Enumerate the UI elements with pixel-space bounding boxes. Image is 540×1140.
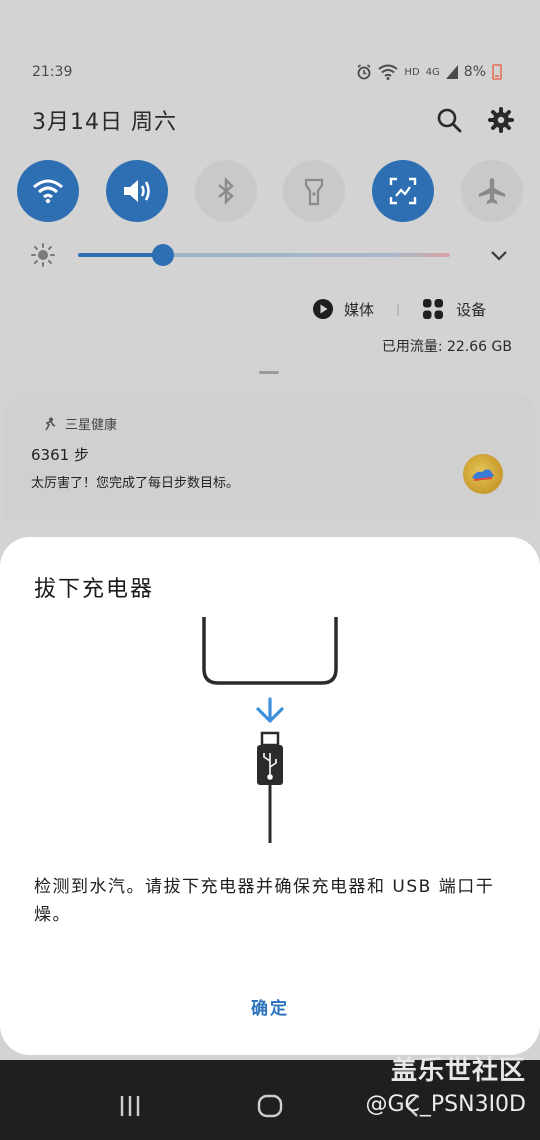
battery-icon — [492, 64, 502, 80]
shoe-icon — [472, 469, 494, 481]
running-figure-icon — [45, 417, 56, 430]
volume-icon — [123, 180, 150, 202]
down-arrow-icon — [256, 697, 284, 723]
watermark-title: 盖乐世社区 — [390, 1056, 526, 1086]
quick-settings-row — [17, 160, 523, 222]
battery-percent: 8% — [463, 64, 486, 80]
recent-apps-icon[interactable] — [118, 1094, 142, 1118]
home-icon[interactable] — [257, 1094, 283, 1118]
notification-body: 太厉害了！您完成了每日步数目标。 — [31, 476, 240, 491]
devices-grid-icon — [423, 299, 444, 319]
sound-toggle[interactable] — [105, 160, 168, 222]
shade-drag-handle[interactable] — [259, 371, 279, 374]
achievement-badge-icon — [463, 454, 503, 494]
notification-app-name: 三星健康 — [65, 418, 118, 433]
notification-app-row: 三星健康 — [43, 414, 117, 433]
signal-icon — [445, 65, 458, 79]
date-label: 3月14日 周六 — [32, 110, 177, 135]
devices-label: 设备 — [456, 300, 487, 319]
brightness-slider[interactable] — [78, 253, 450, 257]
date-row: 3月14日 周六 — [32, 104, 514, 136]
airplane-mode-toggle[interactable] — [460, 160, 523, 222]
status-time: 21:39 — [32, 64, 73, 80]
settings-gear-icon[interactable] — [488, 107, 514, 133]
dialog-title: 拔下充电器 — [34, 577, 155, 602]
hd-label: HD — [404, 66, 420, 78]
status-bar: 21:39 HD 4G 8% — [32, 62, 502, 82]
flashlight-toggle[interactable] — [283, 160, 346, 222]
brightness-icon — [31, 243, 55, 267]
chevron-down-icon[interactable] — [490, 250, 508, 262]
play-circle-icon — [313, 299, 333, 319]
dialog-message: 检测到水汽。请拔下充电器并确保充电器和 USB 端口干燥。 — [34, 877, 495, 925]
signal-label: 4G — [425, 66, 440, 78]
search-icon[interactable] — [436, 107, 462, 133]
alarm-icon — [357, 64, 371, 80]
status-icons: HD 4G 8% — [356, 64, 502, 80]
wifi-icon — [33, 179, 63, 204]
image-frame-icon — [389, 177, 417, 205]
usb-unplug-illustration — [202, 617, 338, 843]
media-devices-row: 媒体 | 设备 — [312, 296, 512, 322]
screen-capture-toggle[interactable] — [372, 160, 435, 222]
brightness-slider-thumb[interactable] — [152, 244, 174, 266]
confirm-button[interactable]: 确定 — [220, 989, 320, 1023]
usb-connector-tip — [260, 731, 280, 747]
bluetooth-toggle[interactable] — [194, 160, 257, 222]
notification-title: 6361 步 — [31, 446, 89, 464]
wifi-status-icon — [378, 64, 399, 80]
divider: | — [396, 302, 401, 316]
phone-bottom-outline — [202, 617, 338, 685]
bluetooth-icon — [217, 177, 234, 205]
header-actions — [436, 107, 514, 133]
wifi-toggle[interactable] — [17, 160, 79, 222]
media-button[interactable]: 媒体 — [312, 298, 374, 320]
data-usage-label: 已用流量: 22.66 GB — [381, 339, 512, 355]
devices-button[interactable]: 设备 — [422, 298, 486, 320]
watermark-handle: @GC_PSN3I0D — [365, 1092, 526, 1117]
unplug-charger-dialog: 拔下充电器 检测到水汽。请拔下充电器并确保充电器和 USB 端口干燥。 确定 — [0, 537, 540, 1055]
airplane-icon — [478, 178, 506, 204]
flashlight-icon — [305, 178, 324, 206]
health-notification[interactable]: 三星健康 6361 步 太厉害了！您完成了每日步数目标。 — [3, 392, 537, 520]
brightness-row — [30, 242, 508, 268]
media-label: 媒体 — [344, 300, 375, 319]
